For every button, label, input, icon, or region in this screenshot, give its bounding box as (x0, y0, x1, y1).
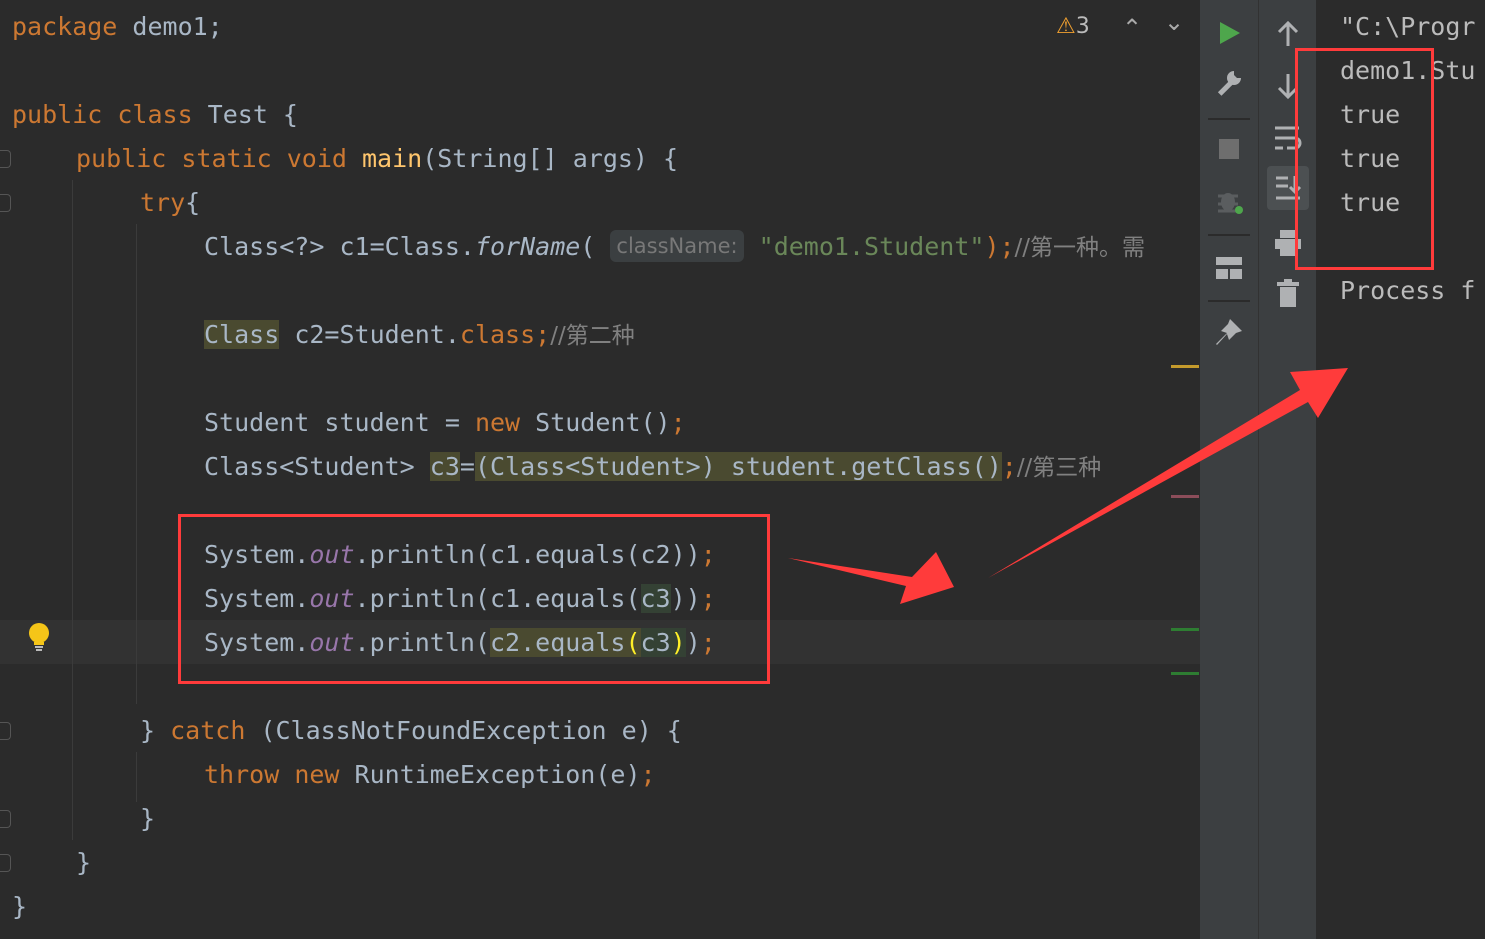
code-editor[interactable]: package demo1; public class Test { publi… (0, 0, 1200, 939)
comment: //第二种 (550, 323, 635, 349)
string-literal: "demo1.Student" (758, 232, 985, 261)
code-line: } (12, 885, 27, 929)
code-text: c3 (429, 452, 460, 481)
code-text: Student() (520, 408, 671, 437)
keyword: public (12, 100, 103, 129)
code-line: Class c2=Student.class;//第二种 (204, 313, 635, 357)
lightbulb-icon[interactable] (26, 622, 52, 652)
warning-count: 3 (1075, 14, 1090, 39)
debug-icon[interactable] (1214, 186, 1246, 218)
comment: //第一种。需 (1014, 235, 1146, 261)
indent-guide (136, 752, 137, 802)
keyword: try (140, 188, 186, 217)
code-line: Student student = new Student(); (204, 401, 686, 445)
divider (1208, 300, 1250, 302)
code-text: } (140, 804, 156, 833)
wrench-icon[interactable] (1214, 68, 1244, 98)
keyword: class (459, 320, 536, 349)
code-text: } (76, 848, 92, 877)
console-line: Process f (1340, 276, 1476, 305)
code-line: throw new RuntimeException(e); (204, 753, 656, 797)
code-line: } (140, 797, 155, 841)
arrow-up-icon[interactable] (1276, 20, 1300, 48)
change-marker[interactable] (1171, 672, 1199, 675)
method-name: main (346, 144, 423, 173)
code-line: public class Test { (12, 93, 298, 137)
code-line: try{ (140, 181, 200, 225)
code-text: ); (984, 232, 1015, 261)
method-name: forName (474, 232, 581, 261)
divider (1208, 234, 1250, 236)
warning-icon: ⚠ (1056, 14, 1076, 39)
parameter-hint: className: (610, 230, 744, 262)
divider (1208, 118, 1250, 120)
code-line: public static void main(String[] args) { (76, 137, 678, 181)
annotation-box-code (178, 514, 770, 684)
keyword: static (166, 144, 272, 173)
code-text: (String[] args) { (422, 144, 679, 173)
code-line: package demo1; (12, 5, 223, 49)
code-text: (ClassNotFoundException e) { (245, 716, 682, 745)
code-text: } (140, 716, 171, 745)
code-text: Class<?> c1=Class. (204, 232, 475, 261)
code-text: { (185, 188, 201, 217)
code-text: ; (640, 760, 656, 789)
warnings-indicator[interactable]: ⚠3 (1056, 14, 1090, 39)
keyword: catch (170, 716, 246, 745)
code-text: ; (670, 408, 686, 437)
code-text: (Class<Student>) student.getClass() (474, 452, 1002, 481)
code-text: } (12, 892, 28, 921)
stop-icon[interactable] (1219, 139, 1239, 159)
code-text: ; (535, 320, 551, 349)
code-line: } (76, 841, 91, 885)
comment: //第三种 (1016, 455, 1102, 481)
fold-marker[interactable] (0, 150, 11, 168)
code-text: ; (1001, 452, 1017, 481)
run-toolbar (1200, 0, 1258, 939)
code-text: Class<Student> (204, 452, 430, 481)
code-text: Class (204, 320, 280, 349)
code-text: = (459, 452, 475, 481)
code-text: Test { (192, 100, 298, 129)
chevron-down-icon[interactable]: ⌄ (1164, 8, 1184, 36)
code-text: c2=Student. (279, 320, 460, 349)
warning-marker[interactable] (1171, 365, 1199, 368)
chevron-up-icon[interactable]: ⌃ (1122, 14, 1142, 42)
keyword: throw (204, 760, 280, 789)
annotation-box-output (1295, 48, 1434, 270)
keyword: new (279, 760, 340, 789)
keyword: class (102, 100, 193, 129)
code-line: } catch (ClassNotFoundException e) { (140, 709, 682, 753)
run-icon[interactable] (1218, 20, 1242, 46)
change-marker[interactable] (1171, 628, 1199, 631)
layout-icon[interactable] (1215, 256, 1243, 280)
fold-marker[interactable] (0, 194, 11, 212)
code-text: Student student = (204, 408, 475, 437)
keyword: public (76, 144, 167, 173)
code-text: ( (580, 232, 596, 261)
console-line: "C:\Progr (1340, 12, 1476, 41)
fold-marker[interactable] (0, 722, 11, 740)
code-text: RuntimeException(e) (339, 760, 641, 789)
error-marker[interactable] (1171, 495, 1199, 498)
indent-guide (72, 180, 73, 840)
trash-icon[interactable] (1275, 278, 1301, 308)
fold-marker[interactable] (0, 810, 11, 828)
fold-marker[interactable] (0, 854, 11, 872)
keyword: void (271, 144, 347, 173)
keyword: package (12, 12, 118, 41)
keyword: new (474, 408, 521, 437)
code-line: Class<Student> c3=(Class<Student>) stude… (204, 445, 1101, 489)
code-text: demo1; (117, 12, 223, 41)
indent-guide (136, 224, 137, 704)
pin-icon[interactable] (1214, 318, 1244, 348)
code-line: Class<?> c1=Class.forName( className: "d… (204, 225, 1145, 269)
